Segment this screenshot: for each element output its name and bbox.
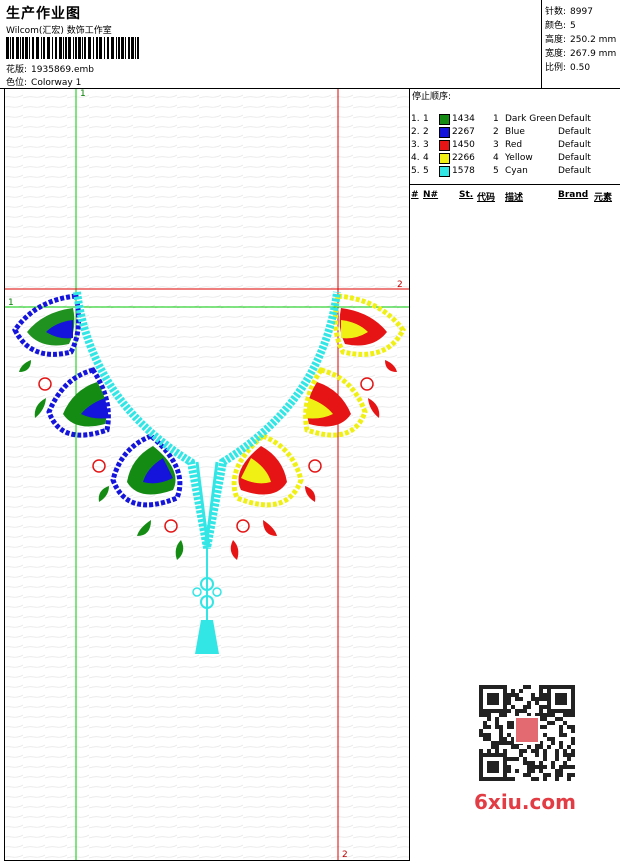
color-swatch xyxy=(439,166,450,177)
color-swatch xyxy=(439,127,450,138)
table-row: 4. 4 2266 4 Yellow Default xyxy=(409,153,620,166)
row-n: 3 xyxy=(423,140,429,150)
row-st: 1450 xyxy=(452,140,475,150)
colorway-line: 色位: Colorway 1 xyxy=(6,75,81,88)
design-label: 花版: xyxy=(6,65,28,75)
guide-label-v1: 1 xyxy=(80,89,86,99)
page-title: 生产作业图 xyxy=(6,6,81,22)
row-num: 2. xyxy=(411,127,420,137)
row-st: 2267 xyxy=(452,127,475,137)
row-code: 3 xyxy=(493,140,499,150)
watermark-logo: 6xiu.com xyxy=(474,790,576,814)
stat-width: 宽度: 267.9 mm xyxy=(545,49,617,59)
design-line: 花版: 1935869.emb xyxy=(6,62,94,75)
row-desc: Dark Green xyxy=(505,114,557,124)
row-code: 5 xyxy=(493,166,499,176)
stat-stitches: 针数: 8997 xyxy=(545,7,593,17)
guide-label-v2: 2 xyxy=(342,850,348,860)
row-st: 1578 xyxy=(452,166,475,176)
row-code: 4 xyxy=(493,153,499,163)
row-brand: Default xyxy=(558,166,591,176)
row-st: 2266 xyxy=(452,153,475,163)
color-swatch xyxy=(439,153,450,164)
row-brand: Default xyxy=(558,153,591,163)
row-num: 5. xyxy=(411,166,420,176)
color-swatch xyxy=(439,114,450,125)
stat-colors: 颜色: 5 xyxy=(545,21,576,31)
stats-panel: 针数: 8997 颜色: 5 高度: 250.2 mm 宽度: 267.9 mm 比例:… xyxy=(541,0,620,88)
row-n: 1 xyxy=(423,114,429,124)
stat-scale: 比例: 0.50 xyxy=(545,63,591,73)
row-code: 2 xyxy=(493,127,499,137)
stat-height: 高度: 250.2 mm xyxy=(545,35,617,45)
barcode xyxy=(6,37,139,59)
row-n: 2 xyxy=(423,127,429,137)
stop-sequence-title: 停止顺序: xyxy=(412,92,452,102)
table-row: 1. 1 1434 1 Dark Green Default xyxy=(409,114,620,127)
studio-name: Wilcom(汇宏) 数饰工作室 xyxy=(6,26,112,36)
table-row: 5. 5 1578 5 Cyan Default xyxy=(409,166,620,179)
guide-label-h1: 1 xyxy=(8,298,14,308)
row-desc: Yellow xyxy=(505,153,533,163)
row-brand: Default xyxy=(558,140,591,150)
row-num: 1. xyxy=(411,114,420,124)
row-brand: Default xyxy=(558,127,591,137)
row-n: 4 xyxy=(423,153,429,163)
row-n: 5 xyxy=(423,166,429,176)
row-num: 4. xyxy=(411,153,420,163)
col-st: St. xyxy=(459,190,474,200)
table-row: 3. 3 1450 3 Red Default xyxy=(409,140,620,153)
col-code: 代码 xyxy=(477,193,496,203)
row-st: 1434 xyxy=(452,114,475,124)
fabric-texture xyxy=(5,89,409,860)
row-brand: Default xyxy=(558,114,591,124)
col-element: 元素 xyxy=(594,193,613,203)
colorway-label: 色位: xyxy=(6,78,28,88)
guide-label-h2: 2 xyxy=(397,280,403,290)
design-value: 1935869.emb xyxy=(31,65,95,75)
col-brand: Brand xyxy=(558,190,589,200)
col-n: N# xyxy=(423,190,439,200)
table-row: 2. 2 2267 2 Blue Default xyxy=(409,127,620,140)
colorway-value: Colorway 1 xyxy=(31,78,82,88)
design-canvas: 1 1 2 2 xyxy=(4,89,410,861)
row-desc: Red xyxy=(505,140,523,150)
row-num: 3. xyxy=(411,140,420,150)
qr-code xyxy=(479,685,575,781)
embroidery-preview: 1 1 2 2 xyxy=(5,89,409,860)
col-desc: 描述 xyxy=(505,193,524,203)
color-swatch xyxy=(439,140,450,151)
row-desc: Blue xyxy=(505,127,525,137)
col-num: # xyxy=(411,190,419,200)
row-desc: Cyan xyxy=(505,166,528,176)
stop-sequence-table: 停止顺序: # N# St. 代码 描述 Brand 元素 1. 1 1434 1 Da… xyxy=(409,88,620,203)
row-code: 1 xyxy=(493,114,499,124)
